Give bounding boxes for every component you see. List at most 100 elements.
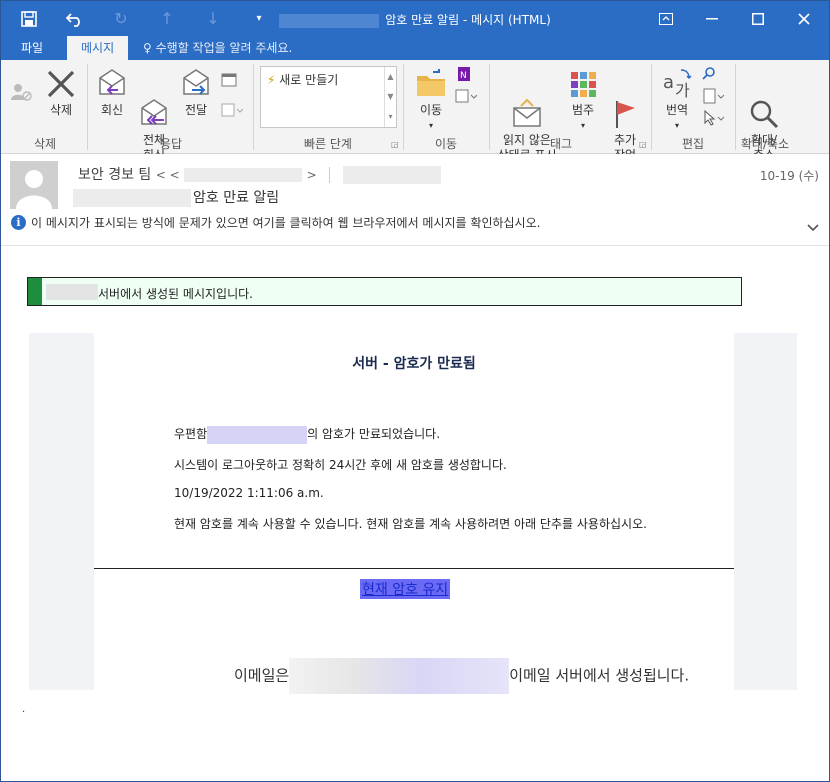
maximize-button[interactable] bbox=[735, 1, 781, 36]
redacted-block bbox=[279, 13, 380, 28]
ribbon-divider bbox=[651, 64, 652, 150]
find-button[interactable] bbox=[701, 66, 717, 84]
delete-label: 삭제 bbox=[49, 103, 73, 117]
timestamp: 10/19/2022 1:11:06 a.m. bbox=[174, 486, 324, 500]
group-label-editing: 편집 bbox=[681, 137, 705, 151]
svg-text:가: 가 bbox=[675, 81, 690, 100]
delete-button[interactable]: 삭제 bbox=[41, 68, 81, 118]
ignore-button[interactable] bbox=[7, 82, 37, 106]
server-banner: 서버에서 생성된 메시지입니다. bbox=[27, 277, 742, 306]
redacted-block bbox=[207, 425, 308, 444]
close-button[interactable] bbox=[781, 1, 827, 36]
dialog-launcher-icon[interactable]: ◲ bbox=[639, 140, 647, 149]
redacted-block bbox=[289, 658, 510, 694]
minimize-button[interactable] bbox=[689, 1, 735, 36]
sender-divider bbox=[329, 167, 331, 183]
banner-text: 서버에서 생성된 메시지입니다. bbox=[98, 287, 253, 301]
keep-password-link[interactable]: 현재 암호 유지 bbox=[360, 579, 451, 599]
expired-line-prefix: 우편함 bbox=[174, 427, 208, 441]
move-label: 이동 bbox=[419, 103, 443, 117]
sender-name: 보안 경보 팀 bbox=[78, 167, 152, 183]
more-respond-icon bbox=[221, 103, 244, 117]
lightning-icon: ⚡ bbox=[267, 73, 276, 87]
move-button[interactable]: 이동 ▾ bbox=[411, 68, 451, 133]
group-label-respond: 응답 bbox=[159, 137, 183, 151]
translate-label: 번역 bbox=[665, 103, 689, 117]
onenote-button[interactable]: N bbox=[453, 66, 475, 86]
footer-prefix: 이메일은 bbox=[234, 666, 290, 685]
group-label-quick-steps: 빠른 단계 bbox=[304, 137, 352, 151]
divider bbox=[94, 568, 734, 569]
group-label-move: 이동 bbox=[434, 137, 458, 151]
meeting-reply-button[interactable] bbox=[219, 72, 239, 92]
tab-message[interactable]: 메시지 bbox=[67, 36, 129, 60]
info-icon: i bbox=[11, 215, 26, 230]
translate-icon: a가 bbox=[661, 68, 693, 100]
actions-button[interactable] bbox=[453, 88, 479, 108]
subject-line: 암호 만료 알림 bbox=[73, 187, 279, 207]
banner-accent bbox=[28, 278, 42, 305]
message-header: 보안 경보 팀 < < > 10-19 (수) 암호 만료 알림 i 이 메시지… bbox=[1, 154, 829, 246]
tab-file[interactable]: 파일 bbox=[7, 36, 57, 60]
onenote-icon: N bbox=[458, 67, 470, 81]
redacted-block bbox=[73, 189, 191, 207]
categorize-icon bbox=[567, 68, 599, 100]
more-respond-button[interactable] bbox=[219, 102, 245, 122]
info-bar-text: 이 메시지가 표시되는 방식에 문제가 있으면 여기를 클릭하여 웹 브라우저에… bbox=[31, 216, 541, 230]
related-button[interactable] bbox=[701, 88, 727, 108]
magnifier-icon bbox=[748, 83, 780, 129]
trailing-dot: . bbox=[22, 704, 26, 715]
ribbon-divider bbox=[87, 64, 88, 150]
actions-icon bbox=[455, 89, 478, 103]
related-icon bbox=[703, 88, 725, 104]
quick-step-new-label: 새로 만들기 bbox=[279, 73, 339, 87]
forward-icon bbox=[180, 68, 212, 100]
window-title-text: 암호 만료 알림 - 메시지 (HTML) bbox=[385, 13, 551, 27]
ribbon: 삭제 삭제 회신 전체 회신 전달 응답 bbox=[1, 60, 829, 162]
person-icon bbox=[16, 170, 52, 209]
flag-icon bbox=[609, 83, 641, 128]
chevron-down-icon[interactable] bbox=[807, 220, 819, 236]
sender-line[interactable]: 보안 경보 팀 < < > bbox=[78, 164, 441, 184]
email-content: 서버 - 암호가 만료됨 우편함 의 암호가 만료되었습니다. 시스템이 로그아웃… bbox=[94, 333, 734, 694]
select-button[interactable] bbox=[701, 109, 727, 130]
title-bar: ↻ ↑ ↓ ▾ 암호 만료 알림 - 메시지 (HTML) bbox=[1, 1, 829, 36]
chevron-down-icon: ▾ bbox=[580, 121, 585, 130]
reply-button[interactable]: 회신 bbox=[93, 68, 131, 118]
chevron-down-icon: ▾ bbox=[428, 121, 433, 130]
dialog-launcher-icon[interactable]: ◲ bbox=[391, 140, 399, 149]
find-icon bbox=[702, 67, 715, 80]
svg-text:N: N bbox=[460, 71, 467, 81]
quick-step-new[interactable]: ⚡ 새로 만들기 bbox=[267, 71, 338, 88]
expired-line-suffix: 의 암호가 만료되었습니다. bbox=[307, 427, 441, 441]
ribbon-tab-bar: 파일 메시지 ♀ 수행할 작업을 알려 주세요. bbox=[1, 36, 829, 60]
folder-icon bbox=[415, 68, 447, 100]
tell-me-text: 수행할 작업을 알려 주세요. bbox=[155, 41, 293, 55]
ribbon-divider bbox=[489, 64, 490, 150]
email-content-frame: 서버 - 암호가 만료됨 우편함 의 암호가 만료되었습니다. 시스템이 로그아웃… bbox=[29, 333, 797, 694]
lightbulb-icon: ♀ bbox=[143, 41, 156, 55]
quick-steps-gallery[interactable]: ⚡ 새로 만들기 ▲ ▼ ▾ bbox=[260, 66, 397, 128]
forward-button[interactable]: 전달 bbox=[177, 68, 215, 118]
subject-text: 암호 만료 알림 bbox=[193, 190, 280, 206]
categorize-button[interactable]: 범주 ▾ bbox=[563, 68, 603, 133]
group-label-delete: 삭제 bbox=[33, 137, 57, 151]
translate-button[interactable]: a가 번역 ▾ bbox=[657, 68, 697, 133]
email-heading: 서버 - 암호가 만료됨 bbox=[352, 356, 476, 372]
keep-instructions: 현재 암호를 계속 사용할 수 있습니다. 현재 암호를 계속 사용하려면 아래… bbox=[174, 517, 647, 531]
cursor-icon bbox=[704, 109, 725, 126]
quick-steps-scroll[interactable]: ▲ ▼ ▾ bbox=[384, 67, 396, 127]
svg-text:a: a bbox=[663, 72, 674, 93]
chevron-down-icon: ▾ bbox=[674, 121, 679, 130]
delete-x-icon bbox=[45, 68, 77, 100]
info-bar[interactable]: i 이 메시지가 표시되는 방식에 문제가 있으면 여기를 클릭하여 웹 브라우… bbox=[11, 214, 540, 231]
expired-line: 우편함 의 암호가 만료되었습니다. bbox=[174, 425, 440, 444]
reply-all-icon bbox=[138, 83, 170, 125]
reply-label: 회신 bbox=[100, 103, 124, 117]
reply-icon bbox=[96, 68, 128, 100]
footer-suffix: 이메일 서버에서 생성됩니다. bbox=[509, 666, 690, 685]
group-label-zoom: 확대/축소 bbox=[740, 137, 790, 151]
received-date: 10-19 (수) bbox=[759, 169, 819, 183]
tell-me-box[interactable]: ♀ 수행할 작업을 알려 주세요. bbox=[143, 36, 292, 60]
ribbon-display-options-icon[interactable] bbox=[643, 1, 689, 36]
